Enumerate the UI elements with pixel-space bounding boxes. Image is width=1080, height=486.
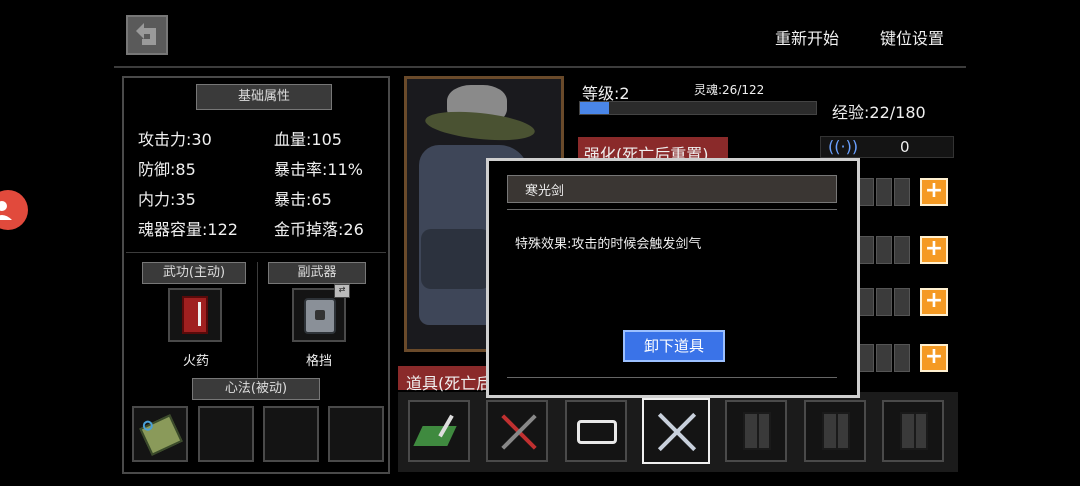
- item-detail-popup: 寒光剑 特殊效果:攻击的时候会触发剑气 卸下道具: [486, 158, 860, 398]
- empty-slot-icon: [822, 412, 850, 450]
- back-arrow-icon: [136, 23, 156, 45]
- enhance-count: 0: [900, 138, 910, 156]
- martial-slot[interactable]: [168, 288, 222, 342]
- mind-slot-1[interactable]: [132, 406, 188, 462]
- exp-label: 经验:22/180: [832, 103, 926, 122]
- sub-weapon-slot[interactable]: ⇄: [292, 284, 350, 342]
- swap-icon[interactable]: ⇄: [334, 284, 350, 298]
- unequip-button[interactable]: 卸下道具: [623, 330, 725, 362]
- mind-slot-2[interactable]: [198, 406, 254, 462]
- popup-effect: 特殊效果:攻击的时候会触发剑气: [515, 237, 702, 252]
- soul-wave-icon: ((·)): [828, 137, 859, 156]
- sub-weapon-name: 格挡: [306, 354, 333, 369]
- exp-bar: [579, 101, 817, 115]
- crit-damage-stat: 暴击:65: [274, 190, 332, 209]
- hp-stat: 血量:105: [274, 130, 342, 149]
- enhance-row-2: +: [858, 234, 956, 266]
- keybind-settings-button[interactable]: 键位设置: [880, 25, 944, 49]
- user-icon: [0, 201, 12, 220]
- shield-block-icon: [304, 298, 336, 334]
- item-slot-6[interactable]: [804, 400, 866, 462]
- floating-user-button[interactable]: [0, 190, 28, 230]
- exp-bar-fill: [580, 102, 609, 114]
- attributes-header: 基础属性: [196, 84, 332, 110]
- skill-vertical-divider: [257, 262, 258, 382]
- mind-slot-4[interactable]: [328, 406, 384, 462]
- item-slot-7[interactable]: [882, 400, 944, 462]
- mind-header: 心法(被动): [192, 378, 320, 400]
- empty-slot-icon: [743, 412, 771, 450]
- enhance-row-1: +: [858, 176, 956, 208]
- attributes-divider: [126, 252, 386, 253]
- items-label: 道具(死亡后: [406, 374, 493, 393]
- item-slot-4-selected[interactable]: [642, 398, 710, 464]
- popup-divider-bottom: [507, 377, 837, 378]
- enhance-row-3: +: [858, 286, 956, 318]
- martial-name: 火药: [183, 354, 210, 369]
- bone-fish-icon: [577, 420, 617, 444]
- popup-title: 寒光剑: [525, 184, 565, 199]
- soul-label: 灵魂:26/122: [694, 83, 765, 97]
- crit-rate-stat: 暴击率:11%: [274, 160, 363, 179]
- popup-divider-top: [507, 209, 837, 210]
- defense-stat: 防御:85: [138, 160, 196, 179]
- scroll-manual-icon: [139, 414, 183, 456]
- enhance-plus-button-4[interactable]: +: [920, 344, 948, 372]
- back-button[interactable]: [126, 15, 168, 55]
- empty-slot-icon: [900, 412, 928, 450]
- inner-power-stat: 内力:35: [138, 190, 196, 209]
- item-slot-2[interactable]: [486, 400, 548, 462]
- martial-header: 武功(主动): [142, 262, 246, 284]
- gold-drop-stat: 金币掉落:26: [274, 220, 364, 239]
- soul-capacity-stat: 魂器容量:122: [138, 220, 238, 239]
- item-slot-5[interactable]: [725, 400, 787, 462]
- enhance-plus-button-2[interactable]: +: [920, 236, 948, 264]
- gunpowder-book-icon: [182, 296, 208, 334]
- attack-stat: 攻击力:30: [138, 130, 212, 149]
- enhance-plus-button-1[interactable]: +: [920, 178, 948, 206]
- item-slot-1[interactable]: [408, 400, 470, 462]
- green-hat-icon: [413, 426, 457, 446]
- top-divider: [114, 66, 966, 68]
- enhance-plus-button-3[interactable]: +: [920, 288, 948, 316]
- mind-slot-3[interactable]: [263, 406, 319, 462]
- enhance-row-4: +: [858, 342, 956, 374]
- item-slot-3[interactable]: [565, 400, 627, 462]
- sub-weapon-header: 副武器: [268, 262, 366, 284]
- restart-button[interactable]: 重新开始: [775, 25, 839, 49]
